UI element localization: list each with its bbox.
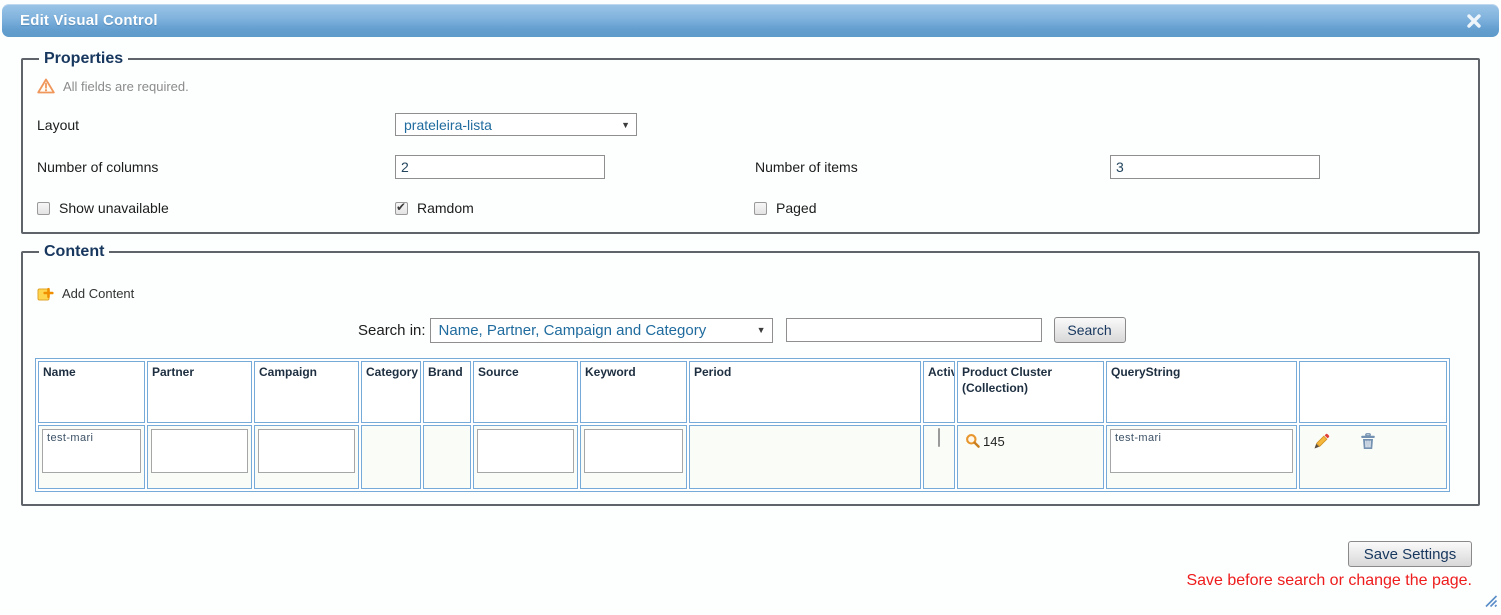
row-name-textarea[interactable]: test-mari (42, 429, 141, 473)
chevron-down-icon: ▼ (621, 120, 630, 130)
paged-label: Paged (776, 200, 816, 216)
col-header-keyword: Keyword (580, 361, 687, 423)
col-header-partner: Partner (147, 361, 252, 423)
row-keyword-textarea[interactable] (584, 429, 683, 473)
col-header-category: Category (361, 361, 421, 423)
row-category-cell (361, 425, 421, 489)
magnifier-icon (965, 433, 981, 449)
search-button[interactable]: Search (1054, 317, 1126, 343)
dialog-title: Edit Visual Control (20, 12, 158, 29)
number-of-columns-label: Number of columns (37, 159, 395, 175)
trash-icon (1360, 433, 1376, 450)
table-header-row: Name Partner Campaign Category Brand Sou… (38, 361, 1447, 423)
search-input[interactable] (786, 318, 1042, 342)
close-icon (1467, 14, 1481, 28)
required-fields-text: All fields are required. (63, 79, 189, 94)
show-unavailable-checkbox[interactable] (37, 202, 50, 215)
col-header-querystring: QueryString (1106, 361, 1297, 423)
layout-select-value: prateleira-lista (404, 117, 615, 133)
save-settings-button[interactable]: Save Settings (1348, 541, 1472, 567)
row-period-cell (689, 425, 921, 489)
row-campaign-textarea[interactable] (258, 429, 355, 473)
edit-visual-control-dialog: Edit Visual Control Properties All field… (0, 0, 1501, 615)
col-header-period: Period (689, 361, 921, 423)
content-legend: Content (39, 243, 109, 261)
number-of-items-label: Number of items (755, 159, 1110, 175)
col-header-campaign: Campaign (254, 361, 359, 423)
search-scope-select[interactable]: Name, Partner, Campaign and Category ▼ (430, 318, 773, 343)
paged-checkbox[interactable] (754, 202, 767, 215)
edit-row-button[interactable] (1313, 433, 1330, 450)
row-partner-textarea[interactable] (151, 429, 248, 473)
show-unavailable-label: Show unavailable (59, 200, 169, 216)
properties-legend: Properties (39, 50, 128, 68)
random-checkbox[interactable] (395, 202, 408, 215)
add-content-icon (37, 285, 54, 301)
close-button[interactable] (1465, 12, 1483, 30)
required-fields-warning: All fields are required. (37, 78, 1466, 94)
random-label: Ramdom (417, 200, 474, 216)
table-row: test-mari (38, 425, 1447, 489)
add-content-button[interactable]: Add Content (37, 285, 1466, 301)
add-content-label: Add Content (62, 286, 134, 301)
pencil-icon (1313, 433, 1330, 450)
col-header-active: Activ (923, 361, 955, 423)
save-warning-text: Save before search or change the page. (1186, 572, 1472, 590)
search-scope-value: Name, Partner, Campaign and Category (439, 322, 751, 339)
content-fieldset: Content Add Content Search in: Name, Par… (21, 243, 1480, 506)
row-active-checkbox[interactable] (938, 428, 940, 447)
resize-handle[interactable] (1483, 593, 1498, 613)
number-of-items-input[interactable] (1110, 155, 1320, 179)
col-header-product-cluster: Product Cluster (Collection) (957, 361, 1104, 423)
search-in-label: Search in: (358, 322, 426, 339)
properties-fieldset: Properties All fields are required. Layo… (21, 50, 1480, 234)
number-of-columns-input[interactable] (395, 155, 605, 179)
col-header-source: Source (473, 361, 578, 423)
row-source-textarea[interactable] (477, 429, 574, 473)
delete-row-button[interactable] (1360, 433, 1376, 450)
col-header-actions (1299, 361, 1447, 423)
col-header-name: Name (38, 361, 145, 423)
col-header-brand: Brand (423, 361, 471, 423)
row-querystring-textarea[interactable]: test-mari (1110, 429, 1293, 473)
layout-select[interactable]: prateleira-lista ▼ (395, 113, 637, 136)
product-cluster-count: 145 (983, 434, 1005, 449)
row-brand-cell (423, 425, 471, 489)
resize-grip-icon (1483, 593, 1498, 608)
layout-label: Layout (37, 117, 395, 133)
chevron-down-icon: ▼ (757, 325, 766, 335)
warning-icon (37, 78, 55, 94)
dialog-titlebar: Edit Visual Control (2, 4, 1499, 37)
product-cluster-search-button[interactable] (965, 433, 981, 449)
content-table: Name Partner Campaign Category Brand Sou… (35, 358, 1450, 492)
